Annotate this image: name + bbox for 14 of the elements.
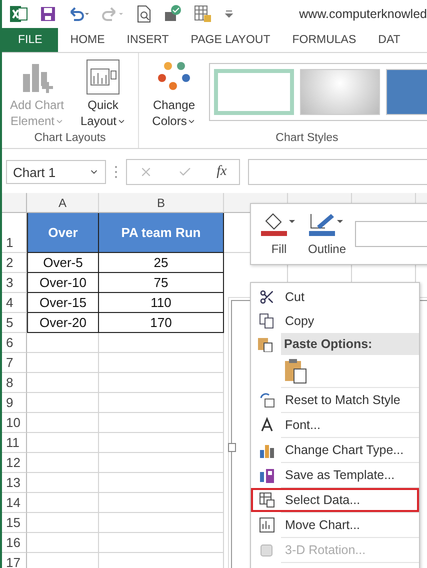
group-label: Chart Styles [274,132,340,146]
group-label: Chart Layouts [33,132,107,146]
header-cell: Over [27,213,99,253]
table-cell: 75 [99,273,224,293]
table-cell: 170 [99,313,224,333]
header-cell: PA team Run [99,213,224,253]
table-cell: Over-10 [27,273,99,293]
menu-section-header: Paste Options: [281,333,419,355]
table-cell: Over-15 [27,293,99,313]
table-cell: 110 [99,293,224,313]
table-cell: Over-20 [27,313,99,333]
window-title: www.computerknowled [299,7,427,21]
table-cell: Over-5 [27,253,99,273]
table-cell: 25 [99,253,224,273]
